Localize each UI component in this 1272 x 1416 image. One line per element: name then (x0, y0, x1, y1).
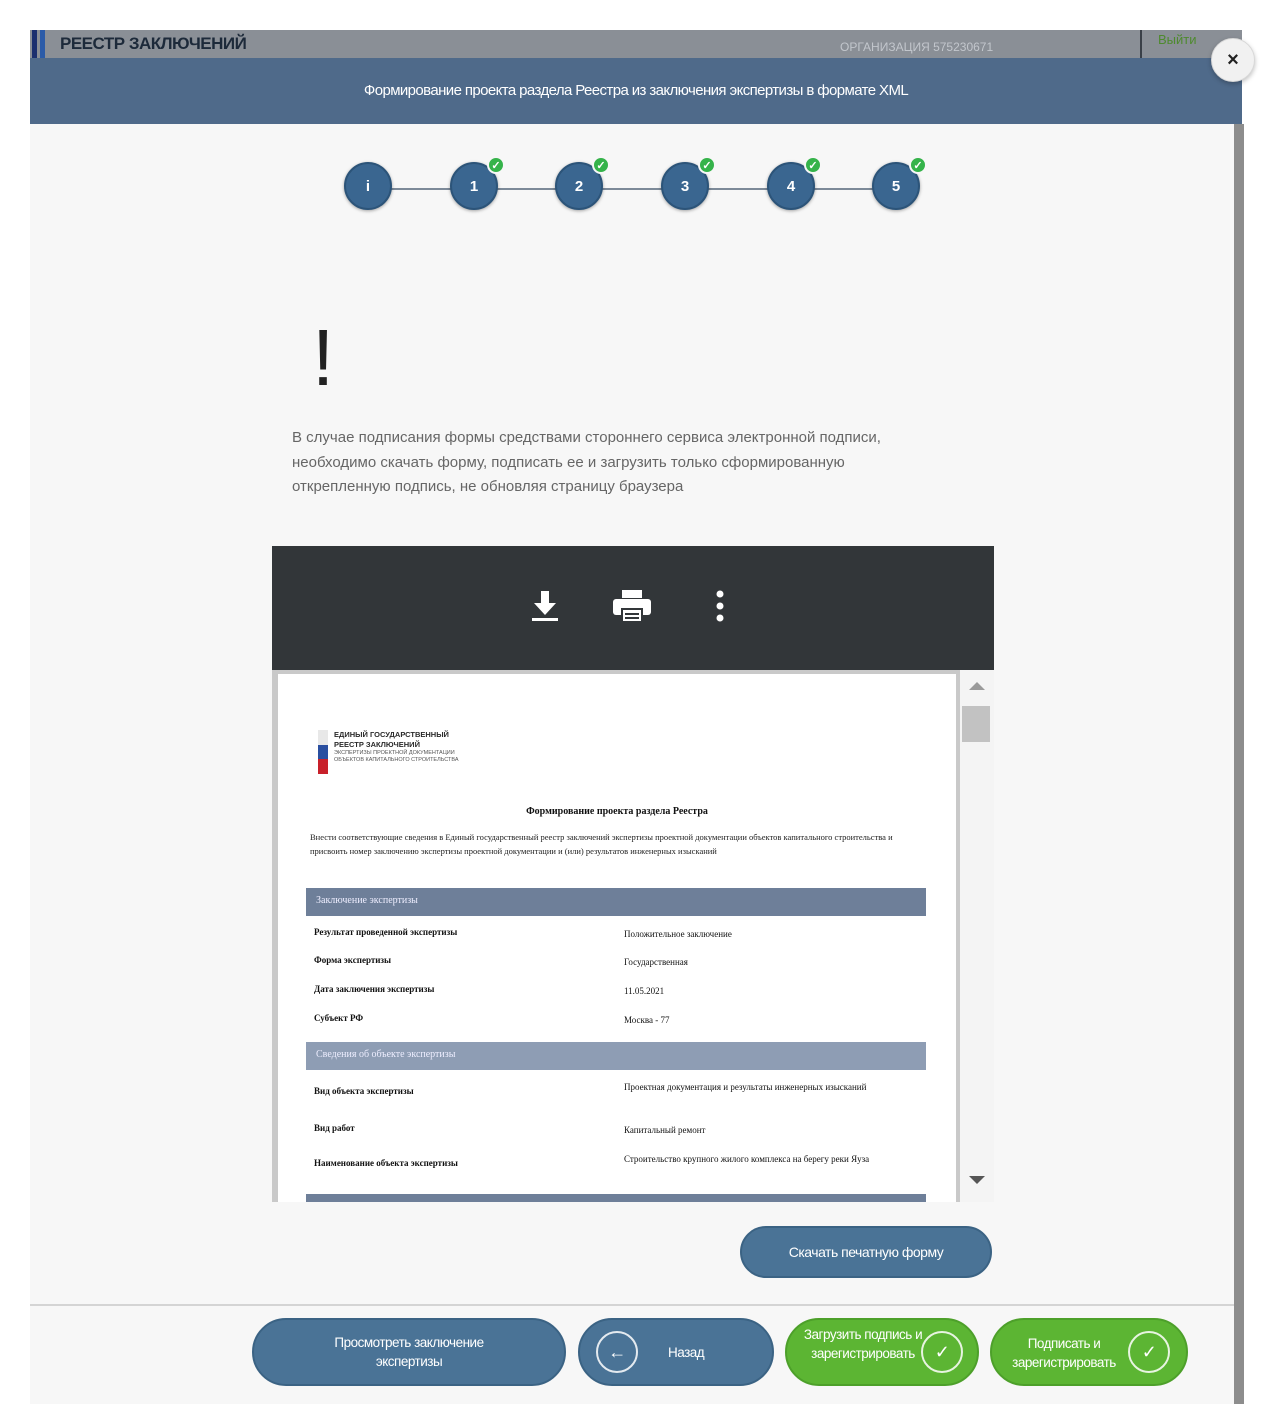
step-1-check-icon: ✓ (487, 156, 505, 174)
step-5-check-icon: ✓ (909, 156, 927, 174)
pdf-scrollbar[interactable] (960, 670, 994, 1202)
row-key: Дата заключения экспертизы (314, 984, 435, 994)
pdf-page: Единый государственный реестр заключений… (278, 674, 956, 1202)
close-button[interactable]: × (1211, 38, 1255, 82)
step-2-check-icon: ✓ (592, 156, 610, 174)
back-button[interactable]: ← Назад (578, 1318, 774, 1386)
modal-title: Формирование проекта раздела Реестра из … (363, 82, 909, 99)
organization-name: ОРГАНИЗАЦИЯ 575230671 (840, 40, 994, 54)
pdf-viewer: Единый государственный реестр заключений… (272, 546, 994, 1202)
russian-flag-icon (318, 730, 328, 775)
exit-link[interactable]: Выйти (1158, 32, 1197, 47)
app-logo (30, 30, 48, 60)
row-value: Положительное заключение (624, 929, 732, 939)
scroll-down-icon[interactable] (969, 1176, 985, 1184)
header-divider (1140, 30, 1142, 60)
back-label: Назад (668, 1345, 705, 1360)
row-value: Строительство крупного жилого комплекса … (624, 1154, 870, 1164)
app-header: РЕЕСТР ЗАКЛЮЧЕНИЙ ОРГАНИЗАЦИЯ 575230671 … (30, 30, 1242, 60)
view-conclusion-button[interactable]: Просмотреть заключение экспертизы (252, 1318, 566, 1386)
document-intro: Внести соответствующие сведения в Единый… (310, 832, 893, 856)
sign-register-label: Подписать и зарегистрировать (1012, 1336, 1116, 1370)
download-icon[interactable] (525, 586, 565, 626)
row-value: 11.05.2021 (624, 986, 665, 996)
upload-signature-button[interactable]: Загрузить подпись и зарегистрировать ✓ (785, 1318, 979, 1386)
check-circle-icon: ✓ (921, 1331, 963, 1373)
download-print-form-button[interactable]: Скачать печатную форму (740, 1226, 992, 1278)
row-key: Форма экспертизы (314, 955, 392, 965)
scroll-thumb[interactable] (962, 706, 990, 742)
section-header (306, 1194, 926, 1202)
more-vert-icon[interactable] (700, 586, 740, 626)
step-3-check-icon: ✓ (698, 156, 716, 174)
row-value: Капитальный ремонт (624, 1125, 706, 1135)
pdf-toolbar (272, 546, 994, 670)
section-header: Заключение экспертизы (306, 888, 926, 916)
footer-divider (30, 1304, 1234, 1306)
row-key: Субъект РФ (314, 1013, 364, 1023)
check-circle-icon: ✓ (1128, 1331, 1170, 1373)
stepper-track (370, 188, 895, 190)
modal-header: Формирование проекта раздела Реестра из … (30, 58, 1242, 124)
view-conclusion-label: Просмотреть заключение экспертизы (334, 1335, 484, 1369)
sign-register-button[interactable]: Подписать и зарегистрировать ✓ (990, 1318, 1188, 1386)
registry-logo: Единый государственный реестр заключений… (318, 730, 484, 775)
document-title: Формирование проекта раздела Реестра (526, 806, 708, 817)
step-4-check-icon: ✓ (804, 156, 822, 174)
app-title: РЕЕСТР ЗАКЛЮЧЕНИЙ (60, 34, 247, 53)
row-key: Результат проведенной экспертизы (314, 927, 458, 937)
modal-scrollbar[interactable] (1234, 124, 1244, 1404)
print-icon[interactable] (612, 586, 652, 626)
row-value: Москва - 77 (624, 1015, 670, 1025)
section-header: Сведения об объекте экспертизы (306, 1042, 926, 1070)
arrow-left-icon: ← (596, 1331, 638, 1373)
warning-exclamation-icon: ! (312, 313, 335, 402)
row-key: Вид работ (314, 1123, 355, 1133)
step-info[interactable]: i (344, 162, 392, 210)
row-value: Государственная (624, 957, 688, 967)
row-key: Вид объекта экспертизы (314, 1086, 414, 1096)
logo-line: Единый государственный (334, 730, 449, 739)
row-key: Наименование объекта экспертизы (314, 1158, 458, 1168)
logo-subtitle: экспертизы проектной документации объект… (334, 750, 459, 763)
upload-signature-label: Загрузить подпись и зарегистрировать (803, 1327, 923, 1361)
row-value: Проектная документация и результаты инже… (624, 1082, 867, 1092)
warning-text: В случае подписания формы средствами сто… (292, 429, 881, 495)
scroll-up-icon[interactable] (969, 682, 985, 690)
logo-line: реестр заключений (334, 740, 420, 749)
